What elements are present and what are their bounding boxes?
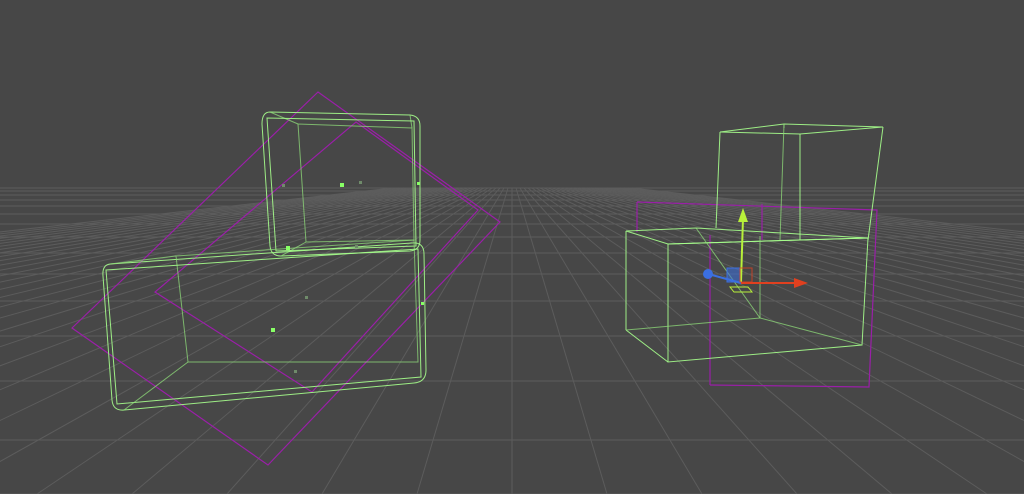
collider-handle-dot[interactable] (359, 181, 362, 184)
front-box-hidden-edge (759, 317, 863, 346)
grid-line (0, 187, 405, 239)
grid-line (519, 187, 703, 494)
gizmo-z-axis-handle-icon[interactable] (703, 269, 713, 279)
collider-handle-dot[interactable] (421, 302, 424, 305)
collider-handle-dot[interactable] (294, 370, 297, 373)
scene-canvas[interactable] (0, 0, 1024, 494)
collider-handle-dot[interactable] (286, 246, 290, 250)
grid-line (623, 187, 1024, 237)
collider-handle-dot[interactable] (340, 183, 344, 187)
collider-handle-dot[interactable] (271, 328, 275, 332)
collider-handle-dot[interactable] (355, 245, 358, 248)
grid-line (131, 187, 497, 494)
scene-viewport[interactable] (0, 0, 1024, 494)
grid-line (0, 187, 409, 242)
grid-line (611, 187, 1024, 244)
collider-handle-dot[interactable] (417, 182, 420, 185)
ground-grid (0, 187, 1024, 494)
grid-line (226, 187, 501, 494)
grid-line (619, 187, 1024, 239)
grid-line (416, 187, 509, 494)
rotated-box-collider-group[interactable] (71, 91, 501, 466)
front-box-edge (625, 329, 669, 363)
tall-box-top-face (719, 123, 884, 135)
gizmo-y-axis-line[interactable] (740, 217, 744, 283)
grid-line (321, 187, 505, 494)
front-box-collider[interactable] (625, 227, 869, 363)
grid-line (515, 187, 608, 494)
grid-line (0, 187, 413, 244)
upper-box-edge (409, 114, 413, 129)
collider-handle-dot[interactable] (282, 184, 285, 187)
box-collider-group-with-gizmo[interactable] (625, 123, 884, 388)
gizmo-x-axis-arrow-icon[interactable] (794, 278, 808, 288)
gizmo-xy-plane-handle[interactable] (726, 267, 741, 283)
grid-line (523, 187, 798, 494)
grid-line (615, 187, 1024, 242)
grid-line (0, 187, 401, 237)
collider-handle-dot[interactable] (305, 296, 308, 299)
